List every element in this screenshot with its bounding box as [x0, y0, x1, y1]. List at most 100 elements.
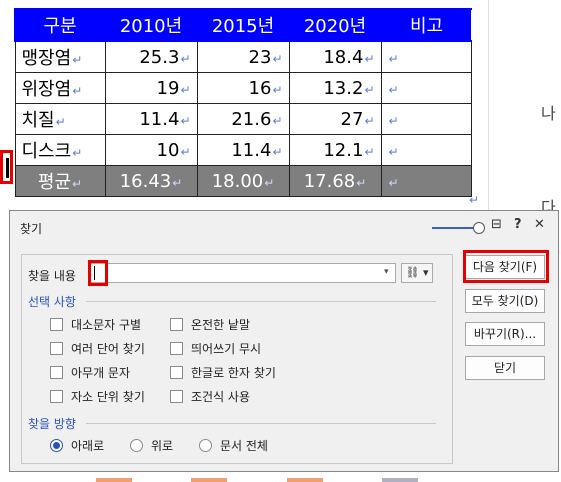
- table-cell[interactable]: 맹장염↵: [14, 40, 106, 73]
- table-cell[interactable]: 17.68↵: [288, 165, 382, 197]
- return-mark: ↵: [55, 115, 66, 129]
- slider-icon[interactable]: [473, 222, 485, 234]
- table-cell[interactable]: 10↵: [104, 134, 198, 166]
- data-table: 구분 2010년 2015년 2020년 비고 맹장염↵ 25.3↵ 23↵ 1…: [14, 8, 472, 197]
- chevron-down-icon[interactable]: ▾: [384, 267, 389, 277]
- table-header-row: 구분 2010년 2015년 2020년 비고: [14, 8, 472, 42]
- table-cell[interactable]: 12.1↵: [288, 134, 382, 166]
- table-average-row: 평균↵ 16.43↵ 18.00↵ 17.68↵ ↵: [14, 165, 472, 197]
- option-checkbox[interactable]: 온전한 낱말: [170, 316, 250, 333]
- cursor-highlight: [0, 150, 13, 184]
- binoculars-icon[interactable]: ⛓ ▾: [401, 263, 433, 283]
- return-mark: ↵: [388, 175, 399, 190]
- button-highlight: [463, 250, 549, 283]
- table-cell[interactable]: 19↵: [104, 72, 198, 104]
- table-cell[interactable]: 디스크↵: [14, 134, 106, 166]
- find-label: 찾을 내용: [28, 269, 76, 283]
- table-cell[interactable]: ↵: [380, 134, 472, 166]
- cell-text: 25.3: [139, 46, 180, 68]
- cell-text: 16.43: [119, 170, 172, 192]
- option-checkbox[interactable]: 한글로 한자 찾기: [170, 364, 276, 381]
- table-cell[interactable]: 18.00↵: [196, 165, 290, 197]
- table-cell[interactable]: 치질↵: [14, 103, 106, 135]
- return-mark: ↵: [364, 113, 375, 128]
- direction-radio[interactable]: 문서 전체: [199, 437, 268, 454]
- table-cell[interactable]: 23↵: [196, 40, 290, 73]
- option-checkbox[interactable]: 띄어쓰기 무시: [170, 340, 261, 357]
- page-marker: [96, 478, 132, 482]
- direction-radio[interactable]: 위로: [130, 437, 173, 454]
- replace-button[interactable]: 바꾸기(R)...: [465, 322, 545, 346]
- cell-text: 평균: [37, 172, 72, 193]
- table-cell[interactable]: 13.2↵: [288, 72, 382, 104]
- cell-text: 11.4: [231, 139, 272, 161]
- page-edge: [488, 0, 489, 210]
- find-all-button[interactable]: 모두 찾기(D): [465, 289, 545, 313]
- cell-text: 27: [340, 108, 364, 130]
- input-highlight: [88, 260, 108, 286]
- table-cell[interactable]: 21.6↵: [196, 103, 290, 135]
- cell-text: 21.6: [231, 108, 272, 130]
- direction-radio[interactable]: 아래로: [50, 437, 104, 454]
- direction-title: 찾을 방향: [28, 417, 76, 431]
- option-checkbox[interactable]: 여러 단어 찾기: [50, 340, 145, 357]
- cell-text: 19: [156, 77, 180, 99]
- table-row: 디스크↵ 10↵ 11.4↵ 12.1↵ ↵: [14, 134, 472, 166]
- checkbox-icon: [50, 318, 63, 331]
- comment-icon[interactable]: ⊟: [491, 217, 502, 232]
- help-icon[interactable]: ?: [514, 217, 522, 232]
- cell-text: 18.00: [211, 170, 264, 192]
- table-cell[interactable]: 평균↵: [14, 165, 106, 197]
- cell-text: 18.4: [323, 46, 364, 68]
- return-mark: ↵: [272, 113, 283, 128]
- table-cell[interactable]: 위장염↵: [14, 72, 106, 104]
- return-mark: ↵: [72, 146, 83, 160]
- cell-text: 11.4: [139, 108, 180, 130]
- cell-text: 12.1: [323, 139, 364, 161]
- table-cell[interactable]: ↵: [380, 165, 472, 197]
- cell-text: 17.68: [303, 170, 356, 192]
- return-mark: ↵: [180, 144, 191, 159]
- option-checkbox[interactable]: 자소 단위 찾기: [50, 388, 145, 405]
- header-cell[interactable]: 2015년: [196, 8, 290, 42]
- return-mark: ↵: [72, 177, 83, 191]
- table-cell[interactable]: 16.43↵: [104, 165, 198, 197]
- table-cell[interactable]: ↵: [380, 72, 472, 104]
- close-button[interactable]: 닫기: [465, 356, 545, 380]
- option-checkbox[interactable]: 조건식 사용: [170, 388, 250, 405]
- radio-icon: [130, 439, 143, 452]
- table-cell[interactable]: ↵: [380, 103, 472, 135]
- option-checkbox[interactable]: 아무개 문자: [50, 364, 130, 381]
- table-cell[interactable]: 16↵: [196, 72, 290, 104]
- radio-selected-icon: [50, 439, 63, 452]
- cell-text: 디스크: [21, 141, 72, 162]
- table-cell[interactable]: 11.4↵: [196, 134, 290, 166]
- return-mark: ↵: [180, 113, 191, 128]
- radio-icon: [199, 439, 212, 452]
- table-cell[interactable]: 11.4↵: [104, 103, 198, 135]
- header-cell[interactable]: 비고: [380, 8, 472, 42]
- page-marker: [191, 478, 227, 482]
- options-panel: [21, 254, 453, 464]
- table-cell[interactable]: 27↵: [288, 103, 382, 135]
- header-cell[interactable]: 2010년: [104, 8, 198, 42]
- text-cursor: [6, 158, 9, 178]
- header-cell[interactable]: 구분: [14, 8, 106, 42]
- table-row: 치질↵ 11.4↵ 21.6↵ 27↵ ↵: [14, 103, 472, 135]
- dialog-title: 찾기: [20, 222, 43, 236]
- table-cell[interactable]: 18.4↵: [288, 40, 382, 73]
- table-cell[interactable]: 25.3↵: [104, 40, 198, 73]
- table-cell[interactable]: ↵: [380, 40, 472, 73]
- find-input[interactable]: [90, 263, 396, 283]
- text-cursor: [94, 266, 95, 280]
- close-icon[interactable]: ✕: [534, 217, 545, 232]
- checkbox-icon: [170, 390, 183, 403]
- return-mark: ↵: [180, 82, 191, 97]
- return-mark: ↵: [388, 82, 399, 97]
- header-cell[interactable]: 2020년: [288, 8, 382, 42]
- document-text: 나: [541, 104, 556, 123]
- cell-text: 16: [248, 77, 272, 99]
- slider-track[interactable]: [432, 227, 476, 229]
- page-marker: [382, 478, 418, 482]
- option-checkbox[interactable]: 대소문자 구별: [50, 316, 141, 333]
